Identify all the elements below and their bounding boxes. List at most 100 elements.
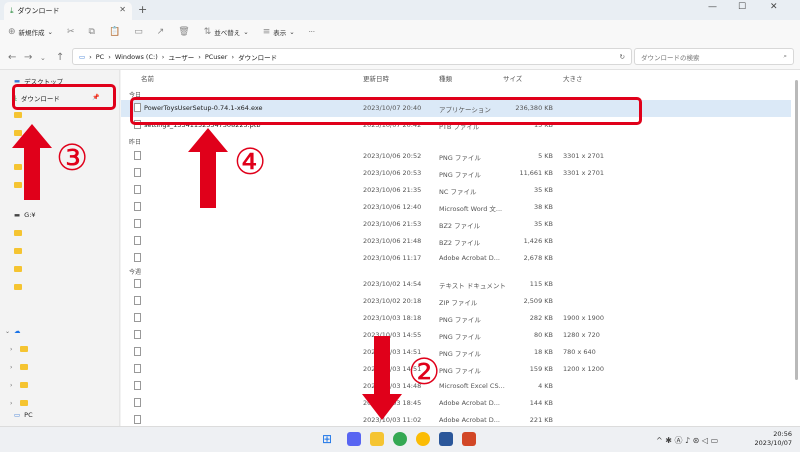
share-icon[interactable]: ↗ — [157, 27, 165, 37]
column-header-type[interactable]: 種類 — [439, 73, 452, 83]
rename-icon[interactable]: ▭ — [134, 27, 143, 37]
sidebar-item-drive[interactable]: ▬ G:¥ — [14, 208, 36, 222]
chevron-right-icon: › — [10, 345, 13, 353]
chrome-icon[interactable] — [393, 432, 407, 446]
table-row[interactable]: 2023/10/03 14:48 Microsoft Excel CS... 4 K… — [121, 378, 791, 395]
cell-size: 1,426 KB — [523, 237, 553, 245]
folder-icon — [14, 266, 22, 272]
discord-icon[interactable] — [347, 432, 361, 446]
cell-type: PNG ファイル — [439, 154, 481, 162]
view-button[interactable]: ≡ 表示 ⌄ — [263, 27, 295, 37]
refresh-icon[interactable]: ↻ — [620, 53, 625, 61]
sidebar-folder[interactable]: › — [10, 378, 28, 392]
close-window-button[interactable]: ✕ — [770, 2, 778, 12]
table-row[interactable]: 2023/10/03 14:55 PNG ファイル 80 KB 1280 x 720 — [121, 327, 791, 344]
file-explorer-icon[interactable] — [370, 432, 384, 446]
cell-type: BZ2 ファイル — [439, 239, 481, 247]
sidebar-folder[interactable] — [14, 280, 22, 294]
table-row[interactable]: 2023/10/06 21:48 BZ2 ファイル 1,426 KB — [121, 233, 791, 250]
sidebar-folder[interactable] — [14, 226, 22, 240]
cut-icon[interactable]: ✂ — [67, 27, 75, 37]
new-tab-button[interactable]: + — [138, 3, 147, 16]
cell-date: 2023/10/06 20:52 — [363, 152, 422, 160]
column-header-name[interactable]: 名前 — [141, 73, 154, 83]
folder-icon — [20, 364, 28, 370]
command-bar: ⊕ 新規作成 ⌄ ✂ ⧉ 📋 ▭ ↗ 🗑 ⇅ 並べ替え ⌄ ≡ 表示 ⌄ ··· — [0, 20, 800, 44]
recent-chevron-icon[interactable]: ⌄ — [40, 54, 46, 62]
table-row[interactable]: 2023/10/03 14:51 PNG ファイル 159 KB 1200 x 120… — [121, 361, 791, 378]
paste-icon[interactable]: 📋 — [109, 27, 120, 37]
delete-icon[interactable]: 🗑 — [178, 27, 189, 37]
minimize-button[interactable]: — — [708, 2, 717, 12]
view-icon: ≡ — [262, 27, 271, 37]
column-header-date[interactable]: 更新日時 — [363, 73, 389, 83]
file-icon — [134, 236, 141, 245]
sidebar-folder[interactable]: › — [10, 342, 28, 356]
table-row[interactable]: 2023/10/02 20:18 ZIP ファイル 2,509 KB — [121, 293, 791, 310]
table-row[interactable]: 2023/10/03 14:51 PNG ファイル 18 KB 780 x 640 — [121, 344, 791, 361]
cloud-icon: ☁ — [14, 327, 21, 335]
new-button[interactable]: ⊕ 新規作成 ⌄ — [8, 27, 53, 37]
tab-downloads[interactable]: ⤓ ダウンロード ✕ — [4, 2, 132, 20]
up-icon[interactable]: ↑ — [56, 52, 64, 63]
tab-bar: ⤓ ダウンロード ✕ + — ☐ ✕ — [0, 0, 800, 20]
forward-icon[interactable]: → — [24, 52, 32, 63]
sort-button[interactable]: ⇅ 並べ替え ⌄ — [204, 27, 249, 37]
back-icon[interactable]: ← — [8, 52, 16, 63]
file-icon — [134, 253, 141, 262]
breadcrumb-users[interactable]: ユーザー — [168, 52, 194, 62]
arrow-up-icon — [188, 128, 228, 208]
more-options-icon[interactable]: ··· — [309, 28, 315, 36]
copy-icon[interactable]: ⧉ — [89, 27, 95, 37]
table-row[interactable]: 2023/10/03 18:18 PNG ファイル 282 KB 1900 x 190… — [121, 310, 791, 327]
file-icon — [134, 279, 141, 288]
sidebar-folder[interactable] — [14, 244, 22, 258]
folder-icon — [20, 382, 28, 388]
column-header-size[interactable]: サイズ — [503, 73, 522, 83]
clock[interactable]: 20:56 2023/10/07 — [755, 430, 792, 448]
breadcrumb-user[interactable]: PCuser — [205, 53, 228, 61]
address-bar[interactable]: ▭ › PC › Windows (C:) › ユーザー › PCuser › ダウンロー… — [72, 48, 632, 65]
arrow-up-icon — [12, 124, 52, 200]
cell-type: PNG ファイル — [439, 350, 481, 358]
file-icon — [134, 415, 141, 424]
table-row[interactable]: 2023/10/06 21:53 BZ2 ファイル 35 KB — [121, 216, 791, 233]
table-row[interactable]: 2023/10/06 11:17 Adobe Acrobat D... 2,678 … — [121, 250, 791, 267]
close-tab-icon[interactable]: ✕ — [119, 5, 126, 14]
powerpoint-icon[interactable] — [462, 432, 476, 446]
scrollbar[interactable] — [795, 80, 798, 380]
cell-size: 115 KB — [529, 280, 553, 288]
search-input[interactable]: ダウンロードの検索 ⌕ — [634, 48, 794, 65]
sidebar-folder[interactable]: › — [10, 360, 28, 374]
breadcrumb-drive[interactable]: Windows (C:) — [115, 53, 158, 61]
cell-type: PNG ファイル — [439, 367, 481, 375]
group-header-yesterday[interactable]: 昨日 — [129, 137, 141, 146]
folder-icon — [14, 112, 22, 118]
cell-date: 2023/10/06 11:17 — [363, 254, 422, 262]
column-header-dims[interactable]: 大きさ — [563, 73, 583, 83]
chevron-down-icon: ⌄ — [47, 28, 53, 36]
file-icon — [134, 202, 141, 211]
breadcrumb-pc[interactable]: PC — [96, 53, 104, 61]
start-icon[interactable]: ⊞ — [322, 432, 336, 446]
chrome-icon[interactable] — [416, 432, 430, 446]
word-icon[interactable] — [439, 432, 453, 446]
folder-icon — [20, 346, 28, 352]
breadcrumb-downloads[interactable]: ダウンロード — [238, 52, 277, 62]
drive-icon: ▬ — [14, 211, 21, 219]
table-row[interactable]: 2023/10/02 14:54 テキスト ドキュメント 115 KB — [121, 276, 791, 293]
file-icon — [134, 398, 141, 407]
sidebar-folder[interactable] — [14, 108, 22, 122]
tray-icons[interactable]: ^ ✱ Ⓐ ♪ ⊛ ◁ ▭ — [656, 435, 718, 446]
maximize-button[interactable]: ☐ — [738, 2, 746, 12]
sidebar-item-pc[interactable]: ▭ PC — [14, 408, 33, 422]
sort-icon: ⇅ — [203, 27, 212, 37]
sidebar-folder[interactable] — [14, 262, 22, 276]
table-row[interactable]: 2023/10/03 18:45Adobe Acrobat D...144 KB — [121, 395, 791, 412]
chevron-down-icon: ⌄ — [289, 28, 295, 36]
cell-size: 2,509 KB — [523, 297, 553, 305]
sidebar-item-onedrive[interactable]: ⌄ ☁ — [5, 324, 21, 338]
group-header-earlier[interactable]: 今週 — [129, 267, 141, 276]
cell-size: 2,678 KB — [523, 254, 553, 262]
cell-type: ZIP ファイル — [439, 299, 478, 307]
